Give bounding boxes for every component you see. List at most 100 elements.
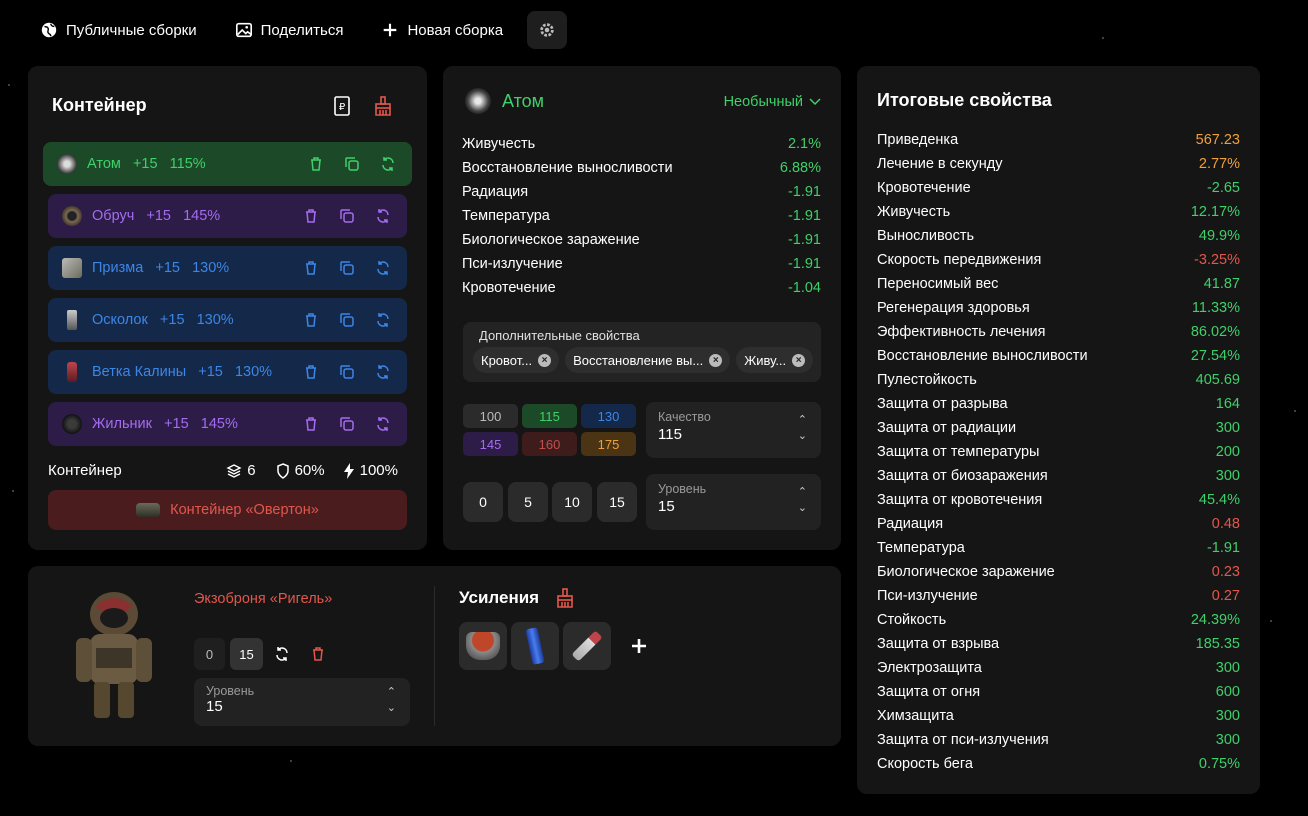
total-stat-value: 2.77%	[1198, 156, 1240, 172]
rarity-dropdown[interactable]: Необычный	[724, 94, 821, 110]
container-selector-button[interactable]: Контейнер «Овертон»	[48, 490, 407, 530]
totals-list: Приведенка 567.23 Лечение в секунду 2.77% Кр…	[877, 128, 1240, 776]
total-stat-row: Защита от радиации 300	[877, 416, 1240, 440]
stat-row: Радиация -1.91	[462, 180, 821, 204]
new-build-button[interactable]: Новая сборка	[381, 11, 503, 49]
close-icon[interactable]: ×	[538, 353, 552, 367]
trash-icon[interactable]	[303, 364, 319, 380]
rarity-value: Необычный	[723, 94, 803, 110]
total-stat-row: Защита от огня 600	[877, 680, 1240, 704]
total-stat-row: Приведенка 567.23	[877, 128, 1240, 152]
total-stat-row: Электрозащита 300	[877, 656, 1240, 680]
copy-icon[interactable]	[339, 208, 355, 224]
quality-option-175[interactable]: 175	[581, 432, 636, 456]
total-stat-value: 27.54%	[1190, 348, 1240, 364]
refresh-icon[interactable]	[274, 646, 290, 662]
copy-icon[interactable]	[339, 312, 355, 328]
extra-property-chip[interactable]: Кровот... ×	[473, 347, 560, 373]
boost-slot-syringe[interactable]	[563, 622, 611, 670]
total-stat-row: Регенерация здоровья 11.33%	[877, 296, 1240, 320]
level-select[interactable]: Уровень 15 ⌃ ⌄	[646, 474, 821, 530]
panel-divider	[434, 586, 435, 726]
stat-label: Биологическое заражение	[462, 232, 640, 248]
share-label: Поделиться	[260, 21, 344, 39]
total-stat-value: 12.17%	[1190, 204, 1240, 220]
item-quality: 130%	[192, 260, 230, 276]
refresh-icon[interactable]	[375, 312, 391, 328]
total-stat-value: 24.39%	[1190, 612, 1240, 628]
copy-icon[interactable]	[339, 416, 355, 432]
refresh-icon[interactable]	[375, 260, 391, 276]
trash-icon[interactable]	[303, 260, 319, 276]
container-item-prism[interactable]: Призма +15 130%	[48, 246, 407, 290]
container-item-hoop[interactable]: Обруч +15 145%	[48, 194, 407, 238]
total-stat-label: Лечение в секунду	[877, 156, 1003, 172]
boost-slot-stew[interactable]	[459, 622, 507, 670]
level-button-10[interactable]: 10	[552, 482, 592, 522]
layers-icon	[226, 463, 242, 478]
level-button-15[interactable]: 15	[597, 482, 637, 522]
level-button-0[interactable]: 0	[463, 482, 503, 522]
quality-option-145[interactable]: 145	[463, 432, 518, 456]
trash-icon[interactable]	[308, 156, 324, 172]
star	[12, 490, 14, 492]
share-button[interactable]: Поделиться	[235, 11, 344, 49]
total-stat-label: Пси-излучение	[877, 588, 978, 604]
total-stat-label: Биологическое заражение	[877, 564, 1055, 580]
armor-panel: Экзоброня «Ригель» 0 15 Уровень 15 ⌃ ⌄ Ус…	[28, 566, 841, 746]
quality-option-160[interactable]: 160	[522, 432, 577, 456]
add-boost-plus-icon[interactable]	[631, 638, 647, 654]
close-icon[interactable]: ×	[792, 353, 806, 367]
trash-icon[interactable]	[310, 646, 326, 662]
item-quality: 130%	[234, 364, 273, 380]
public-builds-button[interactable]: Публичные сборки	[40, 11, 197, 49]
container-item-vein[interactable]: Жильник +15 145%	[48, 402, 407, 446]
chip-label: Кровот...	[481, 352, 533, 368]
container-name: Контейнер «Овертон»	[170, 502, 319, 518]
quality-option-115[interactable]: 115	[522, 404, 577, 428]
artifact-stats: Живучесть 2.1% Восстановление выносливост…	[462, 132, 821, 300]
armor-level-select[interactable]: Уровень 15 ⌃ ⌄	[194, 678, 410, 726]
refresh-icon[interactable]	[380, 156, 396, 172]
armor-level-button-15[interactable]: 15	[230, 638, 263, 670]
stat-value: -1.91	[787, 256, 821, 272]
receipt-icon[interactable]: ₽	[334, 96, 350, 116]
trash-icon[interactable]	[303, 416, 319, 432]
star	[1294, 410, 1296, 412]
container-item-shard[interactable]: Осколок +15 130%	[48, 298, 407, 342]
level-button-5[interactable]: 5	[508, 482, 548, 522]
copy-icon[interactable]	[344, 156, 360, 172]
armor-level-button-0[interactable]: 0	[194, 638, 225, 670]
total-stat-label: Защита от разрыва	[877, 396, 1008, 412]
close-icon[interactable]: ×	[709, 353, 723, 367]
boost-slot-energy-drink[interactable]	[511, 622, 559, 670]
total-stat-value: 600	[1215, 684, 1240, 700]
quality-option-130[interactable]: 130	[581, 404, 636, 428]
total-stat-value: 0.48	[1211, 516, 1240, 532]
refresh-icon[interactable]	[375, 364, 391, 380]
refresh-icon[interactable]	[375, 416, 391, 432]
level-select-value: 15	[658, 498, 675, 515]
quality-select[interactable]: Качество 115 ⌃ ⌄	[646, 402, 821, 458]
extra-property-chip[interactable]: Живу... ×	[736, 347, 814, 373]
stat-row: Биологическое заражение -1.91	[462, 228, 821, 252]
total-stat-row: Защита от биозаражения 300	[877, 464, 1240, 488]
quality-option-100[interactable]: 100	[463, 404, 518, 428]
star	[1102, 37, 1104, 39]
copy-icon[interactable]	[339, 260, 355, 276]
stepper-icon: ⌃ ⌄	[386, 686, 396, 714]
extra-property-chip[interactable]: Восстановление вы... ×	[565, 347, 731, 373]
settings-button[interactable]	[527, 11, 568, 49]
plus-icon	[384, 23, 397, 37]
total-stat-row: Лечение в секунду 2.77%	[877, 152, 1240, 176]
copy-icon[interactable]	[339, 364, 355, 380]
total-stat-value: 300	[1215, 708, 1240, 724]
item-level: +15	[155, 260, 180, 276]
broom-icon[interactable]	[556, 588, 574, 608]
container-item-viburnum-branch[interactable]: Ветка Калины +15 130%	[48, 350, 407, 394]
trash-icon[interactable]	[303, 208, 319, 224]
trash-icon[interactable]	[303, 312, 319, 328]
broom-icon[interactable]	[374, 96, 392, 116]
container-item-atom[interactable]: Атом +15 115%	[43, 142, 412, 186]
refresh-icon[interactable]	[375, 208, 391, 224]
